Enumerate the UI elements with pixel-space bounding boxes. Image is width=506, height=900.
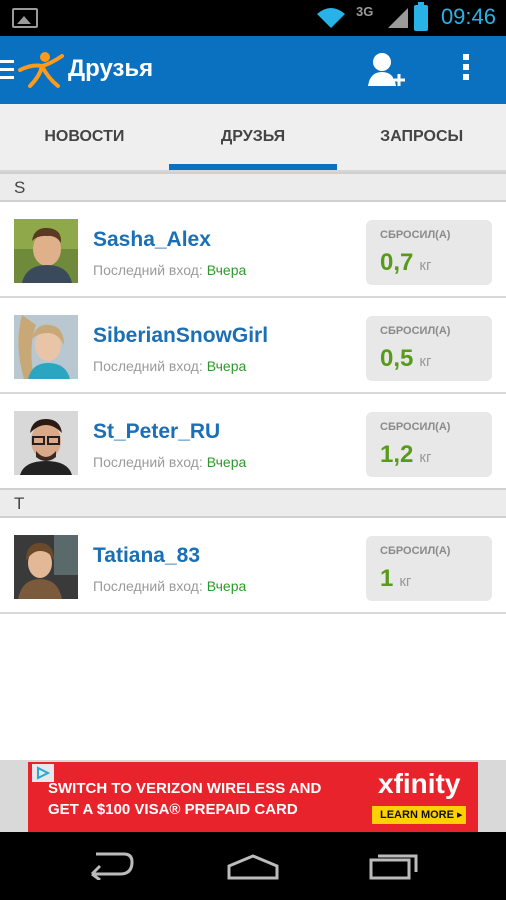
friend-row[interactable]: Tatiana_83 Последний вход: Вчера СБРОСИЛ(… xyxy=(0,518,506,614)
last-login-label: Последний вход: xyxy=(93,358,203,374)
friend-name[interactable]: Sasha_Alex xyxy=(93,228,211,252)
avatar xyxy=(14,535,78,599)
last-login-label: Последний вход: xyxy=(93,454,203,470)
weight-lost-badge: СБРОСИЛ(А) 0,5 кг xyxy=(366,316,492,381)
ad-line-2: GET A $100 VISA® PREPAID CARD xyxy=(48,801,298,818)
home-icon[interactable] xyxy=(226,854,280,880)
battery-icon xyxy=(414,2,428,31)
last-login-value: Вчера xyxy=(206,578,247,594)
overflow-menu-button[interactable] xyxy=(454,50,478,90)
back-icon[interactable] xyxy=(84,850,136,880)
runner-logo-icon[interactable] xyxy=(18,50,64,90)
last-login-value: Вчера xyxy=(206,262,247,278)
friend-name[interactable]: Tatiana_83 xyxy=(93,544,200,568)
gallery-icon xyxy=(12,8,38,28)
last-login: Последний вход: Вчера xyxy=(93,454,246,470)
last-login-label: Последний вход: xyxy=(93,578,203,594)
friend-name[interactable]: SiberianSnowGirl xyxy=(93,324,268,348)
ad-learn-more-button[interactable]: LEARN MORE ▸ xyxy=(372,806,466,824)
friend-row[interactable]: SiberianSnowGirl Последний вход: Вчера СБ… xyxy=(0,298,506,394)
last-login: Последний вход: Вчера xyxy=(93,358,246,374)
weight-lost-label: СБРОСИЛ(А) xyxy=(380,421,451,433)
last-login: Последний вход: Вчера xyxy=(93,262,246,278)
last-login-value: Вчера xyxy=(206,358,247,374)
avatar xyxy=(14,411,78,475)
ad-banner[interactable]: SWITCH TO VERIZON WIRELESS AND GET A $10… xyxy=(0,760,506,832)
avatar xyxy=(14,315,78,379)
ad-text: SWITCH TO VERIZON WIRELESS AND GET A $10… xyxy=(48,778,321,820)
wifi-icon xyxy=(317,8,345,28)
weight-lost-label: СБРОСИЛ(А) xyxy=(380,325,451,337)
status-bar: 3G 09:46 xyxy=(0,0,506,36)
recents-icon[interactable] xyxy=(368,850,420,880)
tab-news[interactable]: НОВОСТИ xyxy=(0,104,169,170)
tab-requests[interactable]: ЗАПРОСЫ xyxy=(337,104,506,170)
add-friend-button[interactable] xyxy=(364,50,408,90)
weight-lost-label: СБРОСИЛ(А) xyxy=(380,545,451,557)
overflow-menu-icon xyxy=(463,54,469,60)
tab-friends[interactable]: ДРУЗЬЯ xyxy=(168,104,338,170)
last-login-label: Последний вход: xyxy=(93,262,203,278)
last-login: Последний вход: Вчера xyxy=(93,578,246,594)
friend-name[interactable]: St_Peter_RU xyxy=(93,420,220,444)
friend-row[interactable]: Sasha_Alex Последний вход: Вчера СБРОСИЛ(… xyxy=(0,202,506,298)
signal-icon xyxy=(388,8,408,28)
system-nav-bar xyxy=(0,832,506,900)
network-type-label: 3G xyxy=(356,4,374,19)
last-login-value: Вчера xyxy=(206,454,247,470)
page-title: Друзья xyxy=(68,55,154,82)
section-header-t: T xyxy=(0,488,506,518)
section-header-s: S xyxy=(0,172,506,202)
weight-lost-badge: СБРОСИЛ(А) 1 кг xyxy=(366,536,492,601)
weight-lost-label: СБРОСИЛ(А) xyxy=(380,229,451,241)
tab-bar: НОВОСТИ ДРУЗЬЯ ЗАПРОСЫ xyxy=(0,104,506,170)
weight-lost-badge: СБРОСИЛ(А) 1,2 кг xyxy=(366,412,492,477)
action-bar: Друзья xyxy=(0,36,506,104)
menu-icon[interactable] xyxy=(0,60,14,80)
weight-lost-badge: СБРОСИЛ(А) 0,7 кг xyxy=(366,220,492,285)
friend-row[interactable]: St_Peter_RU Последний вход: Вчера СБРОСИЛ… xyxy=(0,394,506,490)
ad-content[interactable]: SWITCH TO VERIZON WIRELESS AND GET A $10… xyxy=(28,762,478,832)
clock: 09:46 xyxy=(440,4,496,29)
weight-lost-value: 1 кг xyxy=(380,565,412,592)
add-friend-icon xyxy=(368,53,405,86)
avatar xyxy=(14,219,78,283)
ad-line-1: SWITCH TO VERIZON WIRELESS AND xyxy=(48,780,322,797)
ad-brand-logo: xfinity xyxy=(378,768,461,799)
weight-lost-value: 0,7 кг xyxy=(380,249,432,276)
weight-lost-value: 0,5 кг xyxy=(380,345,432,372)
weight-lost-value: 1,2 кг xyxy=(380,441,432,468)
